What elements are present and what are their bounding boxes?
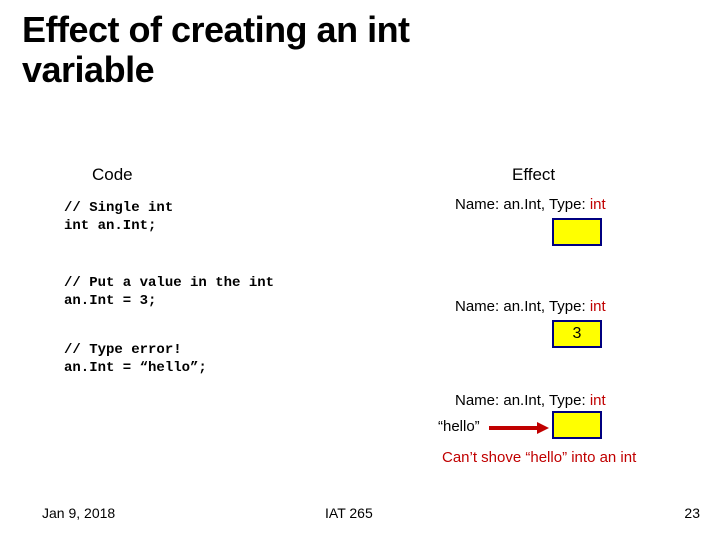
effect-column-header: Effect <box>512 165 555 185</box>
cannot-shove-label: Can’t shove “hello” into an int <box>442 449 636 466</box>
code-b1-l2: int an.Int; <box>64 218 156 234</box>
arrow-icon <box>489 424 550 432</box>
effect-1-label: Name: an.Int, Type: int <box>455 196 606 213</box>
slide-title: Effect of creating an int variable <box>22 10 410 89</box>
code-block-1: // Single int int an.Int; <box>64 200 173 235</box>
type-prefix: , Type: <box>541 196 590 213</box>
type-value: int <box>590 298 606 315</box>
type-prefix: , Type: <box>541 392 590 409</box>
title-line-1: Effect of creating an int <box>22 9 410 50</box>
name-prefix: Name: <box>455 298 503 315</box>
effect-1-box <box>552 218 602 246</box>
name-value: an.Int <box>503 392 541 409</box>
name-prefix: Name: <box>455 392 503 409</box>
code-block-3: // Type error! an.Int = “hello”; <box>64 342 207 377</box>
name-value: an.Int <box>503 298 541 315</box>
title-line-2: variable <box>22 49 154 90</box>
effect-2-label: Name: an.Int, Type: int <box>455 298 606 315</box>
code-b1-l1: // Single int <box>64 200 173 216</box>
type-value: int <box>590 392 606 409</box>
footer-page-number: 23 <box>684 505 700 521</box>
effect-3-label: Name: an.Int, Type: int <box>455 392 606 409</box>
code-column-header: Code <box>92 165 133 185</box>
code-b2-l1: // Put a value in the int <box>64 275 274 291</box>
arrow-head <box>537 422 549 434</box>
hello-label: “hello” <box>438 418 480 435</box>
code-b3-l2: an.Int = “hello”; <box>64 360 207 376</box>
slide: Effect of creating an int variable Code … <box>0 0 720 540</box>
code-b3-l1: // Type error! <box>64 342 182 358</box>
footer-course: IAT 265 <box>325 505 373 521</box>
arrow-line <box>489 426 539 430</box>
effect-3-box <box>552 411 602 439</box>
effect-2-box-value: 3 <box>552 320 602 348</box>
type-prefix: , Type: <box>541 298 590 315</box>
type-value: int <box>590 196 606 213</box>
footer-date: Jan 9, 2018 <box>42 505 115 521</box>
code-block-2: // Put a value in the int an.Int = 3; <box>64 275 274 310</box>
code-b2-l2: an.Int = 3; <box>64 293 156 309</box>
name-prefix: Name: <box>455 196 503 213</box>
name-value: an.Int <box>503 196 541 213</box>
